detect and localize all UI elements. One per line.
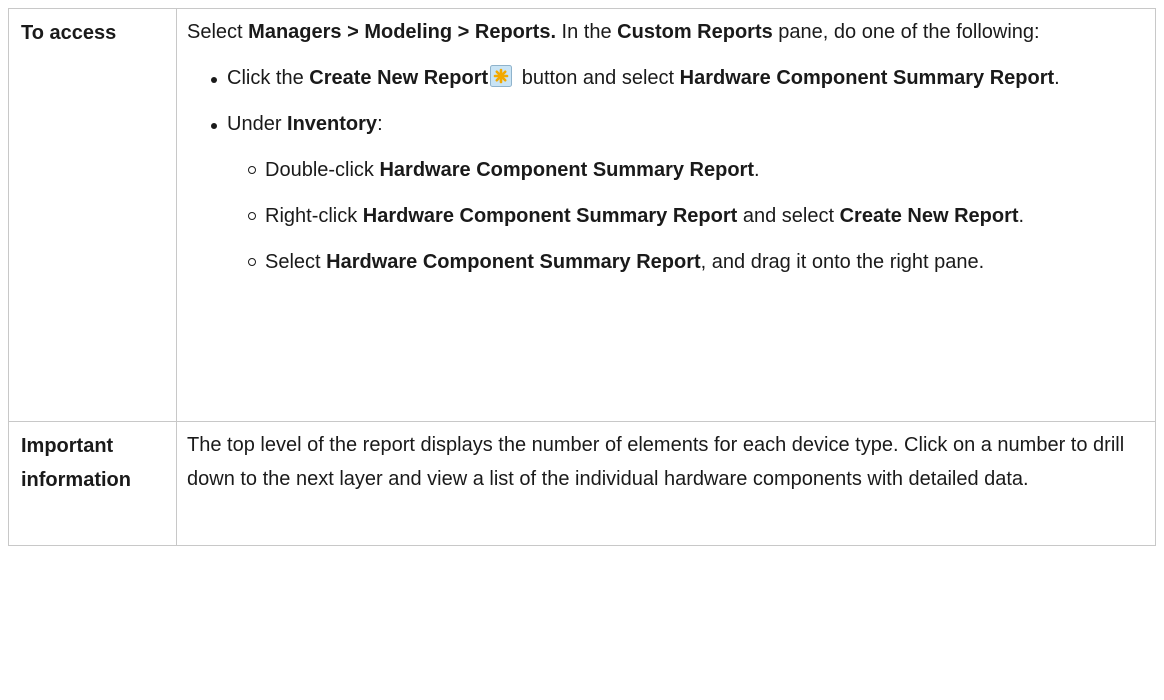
bold-term: Inventory xyxy=(287,113,378,135)
text-run: : xyxy=(377,113,383,135)
row-header-important-information: Important information xyxy=(8,421,177,546)
sub-list-item: Select Hardware Component Summary Report… xyxy=(227,245,1145,279)
text-run: Under xyxy=(227,113,288,135)
sub-list-item: Double-click Hardware Component Summary … xyxy=(227,153,1145,187)
bold-term: Hardware Component Summary Report xyxy=(326,251,701,273)
row-content-to-access: Select Managers > Modeling > Reports. In… xyxy=(176,8,1156,422)
text-run: and select xyxy=(737,205,840,227)
text-run: button and select xyxy=(516,67,680,89)
bold-term: Create New Report xyxy=(309,67,489,89)
text-run: Select xyxy=(187,21,249,43)
table-row-to-access: To access Select Managers > Modeling > R… xyxy=(8,8,1156,422)
info-table: To access Select Managers > Modeling > R… xyxy=(8,8,1156,546)
text-run: Click the xyxy=(227,67,310,89)
table-row-important-information: Important information The top level of t… xyxy=(8,421,1156,546)
text-run: Select xyxy=(265,251,327,273)
list-item: Click the Create New Report button and s… xyxy=(187,61,1145,95)
sub-list-item: Right-click Hardware Component Summary R… xyxy=(227,199,1145,233)
sub-list: Double-click Hardware Component Summary … xyxy=(227,153,1145,279)
bold-term: Hardware Component Summary Report xyxy=(679,67,1055,89)
bold-term: Hardware Component Summary Report xyxy=(379,159,754,181)
text-run: Double-click xyxy=(265,159,380,181)
text-run: In the xyxy=(556,21,618,43)
row-content-important-information: The top level of the report displays the… xyxy=(176,421,1156,546)
create-new-report-icon xyxy=(490,65,513,87)
text-run: . xyxy=(754,159,760,181)
bold-term: Custom Reports xyxy=(617,21,773,43)
text-run: , and drag it onto the right pane. xyxy=(700,251,985,273)
text-run: . xyxy=(1018,205,1025,227)
bold-term: Hardware Component Summary Report xyxy=(362,205,738,227)
row-header-to-access: To access xyxy=(8,8,177,422)
text-run: Right-click xyxy=(265,205,363,227)
list-item: Under Inventory: Double-click Hardware Co… xyxy=(187,107,1145,279)
access-intro-text: Select Managers > Modeling > Reports. In… xyxy=(187,15,1145,49)
text-run: . xyxy=(1054,67,1060,89)
bold-term: Create New Report xyxy=(839,205,1019,227)
text-run: pane, do one of the following: xyxy=(772,21,1040,43)
access-options-list: Click the Create New Report button and s… xyxy=(187,61,1145,279)
bold-term: Managers > Modeling > Reports. xyxy=(248,21,556,43)
